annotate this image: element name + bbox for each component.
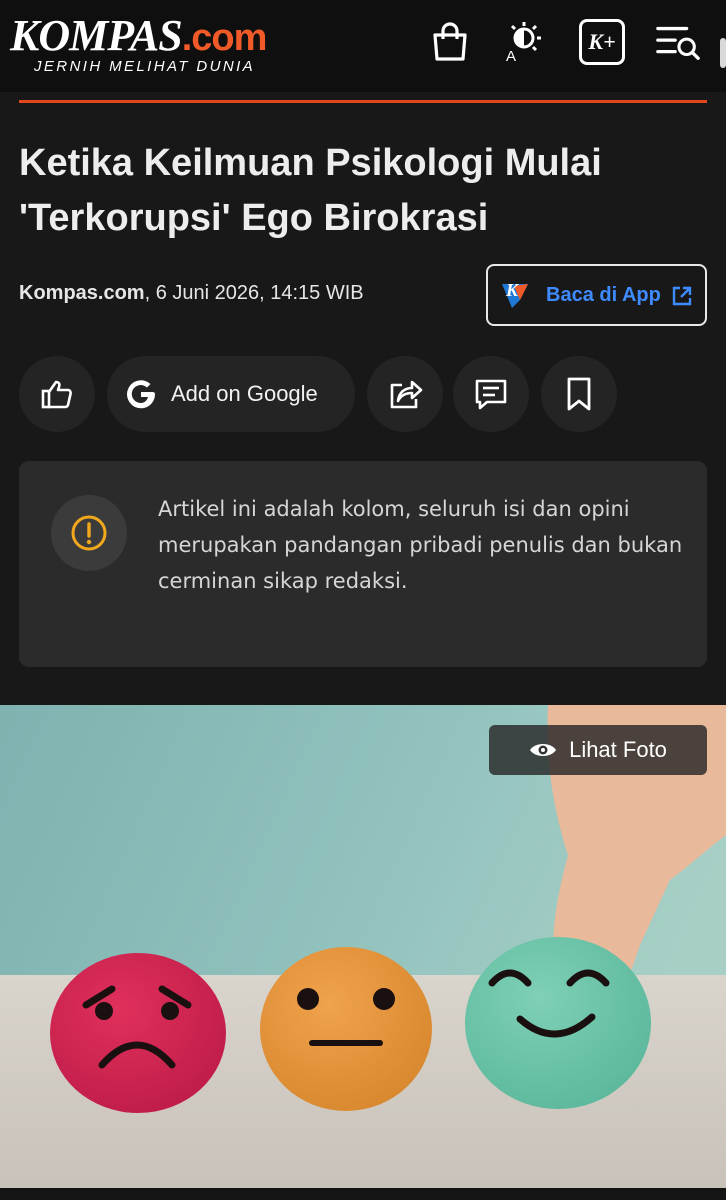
theme-toggle-icon[interactable]: A xyxy=(502,18,550,66)
logo-domain: .com xyxy=(181,17,268,59)
hero-image[interactable]: Lihat Foto xyxy=(0,705,726,1188)
add-on-google-button[interactable]: Add on Google xyxy=(107,356,355,432)
eye-icon xyxy=(530,744,557,756)
logo-brand: KOMPAS xyxy=(10,11,183,60)
share-button[interactable] xyxy=(367,356,443,432)
bottom-strip xyxy=(0,1188,726,1200)
kompas-logo[interactable]: KOMPAS.com JERNIH MELIHAT DUNIA xyxy=(10,11,268,76)
app-logo-letter: K xyxy=(506,280,519,300)
kplus-label: K+ xyxy=(588,29,616,54)
article-title: Ketika Keilmuan Psikologi Mulai 'Terkoru… xyxy=(19,142,602,239)
share-icon xyxy=(390,380,423,409)
external-link-icon xyxy=(672,286,692,306)
comment-button[interactable] xyxy=(453,356,529,432)
menu-search-icon[interactable] xyxy=(654,18,702,66)
article-page: KOMPAS.com JERNIH MELIHAT DUNIA A K+ Ket… xyxy=(0,0,726,1200)
byline-source[interactable]: Kompas.com xyxy=(19,282,145,304)
scrollbar-thumb[interactable] xyxy=(720,38,726,68)
like-icon xyxy=(41,380,72,409)
shopping-bag-icon[interactable] xyxy=(426,18,474,66)
like-button[interactable] xyxy=(19,356,95,432)
bookmark-button[interactable] xyxy=(541,356,617,432)
opinion-notice: Artikel ini adalah kolom, seluruh isi da… xyxy=(19,461,707,667)
top-header: KOMPAS.com JERNIH MELIHAT DUNIA A K+ xyxy=(0,0,726,92)
view-photo-label: Lihat Foto xyxy=(569,737,667,762)
notice-text: Artikel ini adalah kolom, seluruh isi da… xyxy=(158,497,683,593)
comment-icon xyxy=(475,379,507,410)
theme-icon-letter: A xyxy=(506,48,517,65)
logo-tagline: JERNIH MELIHAT DUNIA xyxy=(34,58,256,75)
warning-icon xyxy=(51,495,127,571)
read-in-app-button[interactable]: K Baca di App xyxy=(486,264,707,326)
byline-date: , 6 Juni 2026, 14:15 WIB xyxy=(144,282,364,304)
view-photo-button[interactable]: Lihat Foto xyxy=(489,725,707,775)
kompas-plus-icon[interactable]: K+ xyxy=(578,18,626,66)
byline: Kompas.com, 6 Juni 2026, 14:15 WIB xyxy=(19,282,364,305)
read-in-app-label: Baca di App xyxy=(546,283,661,306)
google-icon xyxy=(127,380,156,409)
add-on-google-label: Add on Google xyxy=(171,381,318,406)
hero-illustration xyxy=(0,705,726,1188)
bookmark-icon xyxy=(567,377,591,411)
accent-divider xyxy=(19,100,707,103)
